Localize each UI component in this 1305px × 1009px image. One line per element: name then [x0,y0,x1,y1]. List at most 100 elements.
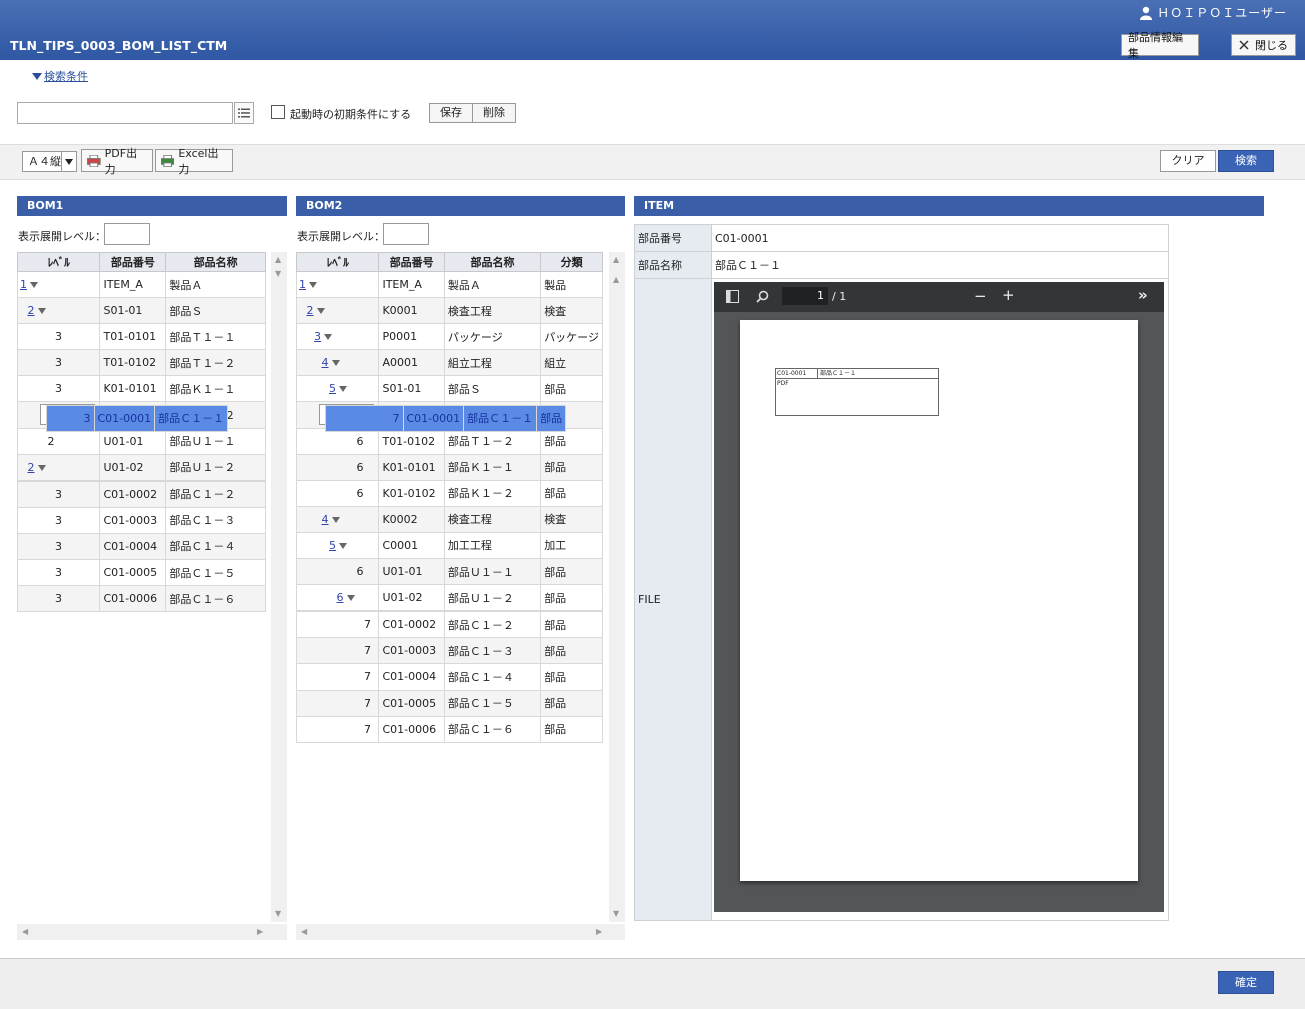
expand-arrow-icon[interactable] [309,282,317,289]
scroll-up-icon[interactable]: ▲ [275,256,281,264]
bom2-level-input[interactable] [383,223,429,245]
scroll-down-icon[interactable]: ▼ [275,270,281,278]
scroll-left-icon[interactable]: ◀ [301,928,307,936]
search-conditions-toggle[interactable]: 検索条件 [32,68,88,84]
level-link[interactable]: 4 [322,356,329,369]
bom1-col-level[interactable]: ﾚﾍﾞﾙ [16,252,101,272]
table-row[interactable]: 3 C01-0006 部品Ｃ１－６ [16,585,266,613]
expand-arrow-icon[interactable] [324,334,332,341]
page-number-input[interactable]: 1 [782,287,828,305]
table-row[interactable]: 7 C01-0003 部品Ｃ１－３ 部品 [295,637,603,665]
table-row[interactable]: 2 K0001 検査工程 検査 [295,297,603,325]
expand-arrow-icon[interactable] [37,308,46,315]
level-cell[interactable]: 2 [16,453,101,481]
table-row[interactable]: 7 C01-0002 部品Ｃ１－２ 部品 [295,611,603,639]
table-row[interactable]: 2 U01-01 部品Ｕ１－１ [16,427,266,455]
expand-arrow-icon[interactable] [30,282,38,289]
paper-select[interactable]: Ａ４縦 [22,151,77,172]
table-row[interactable]: 3 C01-0005 部品Ｃ１－５ [16,559,266,587]
scroll-left-icon[interactable]: ◀ [22,928,28,936]
table-row[interactable]: 3 T01-0101 部品Ｔ１－１ [16,323,266,351]
expand-arrow-icon[interactable] [339,542,347,549]
scroll-down-icon[interactable]: ▼ [613,910,619,918]
bom2-col-part-no[interactable]: 部品番号 [378,252,445,272]
search-button[interactable]: 検索 [1218,150,1274,172]
excel-output-button[interactable]: Excel出力 [155,147,233,176]
initial-condition-checkbox[interactable] [271,105,285,119]
pdf-viewer[interactable]: 1 / 1 − + » C01-0001 部品Ｃ１－１ PDF [714,282,1164,912]
level-link[interactable]: 2 [28,461,35,474]
bom2-col-part-name[interactable]: 部品名称 [443,252,542,272]
scroll-down-icon[interactable]: ▼ [275,910,281,918]
table-row[interactable]: 6 K01-0102 部品Ｋ１－２ 部品 [295,479,603,507]
level-link[interactable]: 4 [322,513,329,526]
table-row[interactable]: 3 C01-0001 部品Ｃ１－１ [39,403,229,432]
bom2-col-category[interactable]: 分類 [540,252,603,272]
level-cell[interactable]: 2 [16,297,101,325]
user-info[interactable]: ＨＯＩＰＯＩユーザー [1139,4,1287,21]
table-row[interactable]: 3 C01-0004 部品Ｃ１－４ [16,532,266,561]
level-cell[interactable]: 4 [295,505,380,533]
save-button[interactable]: 保存 [430,104,472,122]
table-row[interactable]: 3 C01-0002 部品Ｃ１－２ [16,480,266,508]
scroll-down-icon[interactable]: ▲ [613,276,619,284]
delete-button[interactable]: 削除 [472,104,515,122]
edit-part-button[interactable]: 部品情報編集 [1121,31,1199,60]
level-link[interactable]: 5 [329,539,336,552]
level-cell[interactable]: 5 [295,375,380,403]
clear-button[interactable]: クリア [1160,150,1216,172]
table-row[interactable]: 7 C01-0006 部品Ｃ１－６ 部品 [295,715,603,743]
table-row[interactable]: 6 U01-02 部品Ｕ１－２ 部品 [295,584,603,612]
sidebar-toggle-icon[interactable] [726,290,739,303]
bom2-horizontal-scrollbar[interactable]: ◀ ▶ [296,924,625,940]
level-link[interactable]: 1 [20,278,27,291]
table-row[interactable]: 6 U01-01 部品Ｕ１－１ 部品 [295,558,603,586]
level-cell[interactable]: 4 [295,349,380,377]
level-cell[interactable]: 6 [295,584,380,612]
table-row[interactable]: 7 C01-0005 部品Ｃ１－５ 部品 [295,689,603,717]
bom1-horizontal-scrollbar[interactable]: ◀ ▶ [17,924,287,940]
expand-arrow-icon[interactable] [316,308,325,315]
level-link[interactable]: 2 [28,304,35,317]
level-cell[interactable]: 1 [16,270,101,299]
level-link[interactable]: 2 [307,304,314,317]
bom2-col-level[interactable]: ﾚﾍﾞﾙ [295,252,380,272]
expand-arrow-icon[interactable] [339,386,347,393]
level-cell[interactable]: 1 [295,270,380,299]
zoom-out-icon[interactable]: − [974,287,987,305]
table-row[interactable]: 3 C01-0003 部品Ｃ１－３ [16,506,266,534]
expand-arrow-icon[interactable] [346,595,355,602]
table-row[interactable]: 5 C0001 加工工程 加工 [295,531,603,560]
table-row[interactable]: 6 K01-0101 部品Ｋ１－１ 部品 [295,453,603,481]
table-row[interactable]: 2 S01-01 部品Ｓ [16,297,266,325]
expand-arrow-icon[interactable] [331,360,340,367]
level-link[interactable]: 1 [299,278,306,291]
table-row[interactable]: 2 U01-02 部品Ｕ１－２ [16,453,266,481]
table-row[interactable]: 3 P0001 パッケージ パッケージ [295,323,603,351]
bom1-col-part-no[interactable]: 部品番号 [99,252,167,272]
confirm-button[interactable]: 確定 [1218,971,1274,994]
scroll-right-icon[interactable]: ▶ [596,928,602,936]
bom1-col-part-name[interactable]: 部品名称 [165,252,266,272]
table-row[interactable]: 1 ITEM_A 製品Ａ [16,270,266,299]
bom1-level-input[interactable] [104,223,150,245]
pdf-output-button[interactable]: PDF出力 [81,147,153,176]
table-row[interactable]: 4 K0002 検査工程 検査 [295,505,603,533]
condition-list-button[interactable] [234,102,254,124]
scroll-up-icon[interactable]: ▲ [613,256,619,264]
scroll-right-icon[interactable]: ▶ [257,928,263,936]
close-button[interactable]: 閉じる [1231,34,1296,56]
table-row[interactable]: 7 C01-0001 部品Ｃ１－１ 部品 [318,403,567,432]
more-tools-icon[interactable]: » [1138,286,1148,304]
table-row[interactable]: 4 A0001 組立工程 組立 [295,349,603,377]
condition-input[interactable] [17,102,233,124]
search-icon[interactable] [756,290,769,303]
zoom-in-icon[interactable]: + [1002,286,1015,304]
level-cell[interactable]: 5 [295,531,380,560]
table-row[interactable]: 6 T01-0102 部品Ｔ１－２ 部品 [295,427,603,455]
level-cell[interactable]: 3 [295,323,380,351]
level-link[interactable]: 3 [314,330,321,343]
level-cell[interactable]: 2 [295,297,380,325]
level-link[interactable]: 6 [337,591,344,604]
expand-arrow-icon[interactable] [37,464,46,471]
